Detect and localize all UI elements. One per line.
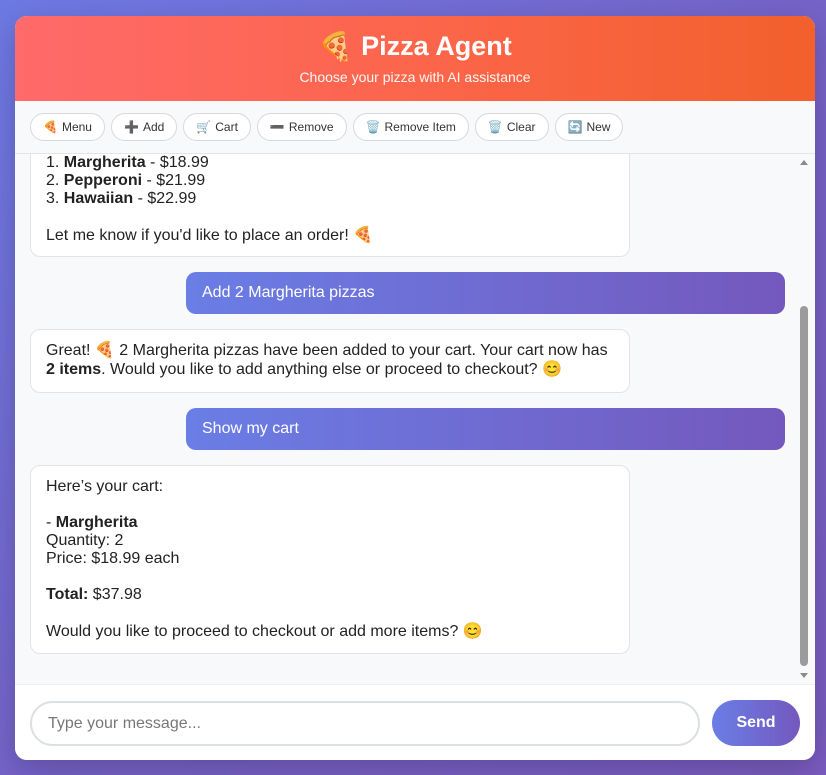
item-quantity: Quantity: 2	[46, 532, 124, 549]
item-name: Margherita	[55, 514, 138, 531]
item-number: 1.	[46, 154, 60, 171]
menu-button-label: Menu	[61, 120, 92, 134]
total-label: Total:	[46, 586, 89, 603]
list-bullet: -	[46, 514, 56, 531]
message-composer: Send	[15, 684, 815, 760]
send-button[interactable]: Send	[712, 700, 800, 746]
cart-button[interactable]: 🛒 Cart	[183, 113, 251, 141]
minus-icon: ➖	[269, 120, 285, 134]
item-number: 2.	[46, 172, 60, 189]
quick-actions-toolbar: 🍕 Menu ➕ Add 🛒 Cart ➖ Remove 🗑️ Remove I…	[15, 101, 815, 154]
new-button[interactable]: 🔄 New	[554, 113, 624, 141]
scroll-thumb[interactable]	[800, 306, 808, 666]
pizza-icon: 🍕	[318, 31, 354, 62]
clear-button[interactable]: 🗑️ Clear	[474, 113, 549, 141]
cart-item: - Margherita	[46, 514, 614, 532]
clear-button-label: Clear	[506, 120, 536, 134]
chat-scrollbar[interactable]	[798, 154, 812, 684]
item-name: Pepperoni	[63, 172, 143, 189]
message-text: 2 items. Would you like to add anything …	[46, 361, 614, 379]
message-input[interactable]	[30, 701, 700, 746]
trash-icon: 🗑️	[365, 120, 381, 134]
title-text: Pizza Agent	[361, 31, 512, 61]
message-text-rest: . Would you like to add anything else or…	[101, 361, 562, 378]
menu-list-item: 1. Margherita - $18.99	[46, 154, 614, 172]
message-text: Add 2 Margherita pizzas	[202, 284, 375, 301]
total-value: $37.98	[88, 586, 142, 603]
message-text: Would you like to proceed to checkout or…	[46, 623, 483, 640]
scroll-up-arrow-icon[interactable]	[800, 160, 808, 165]
menu-list-item: 2. Pepperoni - $21.99	[46, 172, 614, 190]
add-button[interactable]: ➕ Add	[110, 113, 178, 141]
plus-icon: ➕	[123, 120, 139, 134]
trash-icon: 🗑️	[487, 120, 503, 134]
menu-list-item: 3. Hawaiian - $22.99	[46, 190, 614, 208]
message-text: Here’s your cart:	[46, 478, 164, 495]
item-price: - $21.99	[142, 172, 206, 189]
new-button-label: New	[586, 120, 611, 134]
pizza-icon: 🍕	[43, 120, 58, 134]
remove-button[interactable]: ➖ Remove	[256, 113, 347, 141]
remove-item-button[interactable]: 🗑️ Remove Item	[352, 113, 469, 141]
chat-history[interactable]: 1. Margherita - $18.99 2. Pepperoni - $2…	[15, 154, 815, 684]
item-price: - $18.99	[145, 154, 209, 171]
item-number: 3.	[46, 190, 60, 207]
message-text: Great! 🍕 2 Margherita pizzas have been a…	[46, 342, 608, 359]
item-name: Hawaiian	[63, 190, 134, 207]
bot-message: Here’s your cart: - Margherita Quantity:…	[30, 465, 630, 654]
menu-button[interactable]: 🍕 Menu	[30, 113, 105, 141]
cart-total: Total: $37.98	[46, 586, 614, 604]
item-name: Margherita	[63, 154, 146, 171]
item-price: Price: $18.99 each	[46, 550, 180, 567]
app-subtitle: Choose your pizza with AI assistance	[299, 69, 531, 85]
scroll-down-arrow-icon[interactable]	[800, 673, 808, 678]
cart-button-label: Cart	[215, 120, 238, 134]
remove-item-button-label: Remove Item	[384, 120, 456, 134]
bot-message: 1. Margherita - $18.99 2. Pepperoni - $2…	[30, 154, 630, 257]
refresh-icon: 🔄	[567, 120, 583, 134]
pizza-agent-app: 🍕 Pizza Agent Choose your pizza with AI …	[15, 16, 815, 760]
header: 🍕 Pizza Agent Choose your pizza with AI …	[15, 16, 815, 101]
app-title: 🍕 Pizza Agent	[15, 16, 815, 63]
add-button-label: Add	[142, 120, 165, 134]
remove-button-label: Remove	[288, 120, 334, 134]
cart-icon: 🛒	[196, 120, 212, 134]
item-count: 2 items	[46, 361, 102, 378]
message-text: Let me know if you'd like to place an or…	[46, 227, 374, 244]
user-message: Add 2 Margherita pizzas	[186, 272, 785, 314]
bot-message: Great! 🍕 2 Margherita pizzas have been a…	[30, 329, 630, 393]
user-message: Show my cart	[186, 408, 785, 450]
message-text: Show my cart	[202, 420, 299, 437]
item-price: - $22.99	[133, 190, 197, 207]
